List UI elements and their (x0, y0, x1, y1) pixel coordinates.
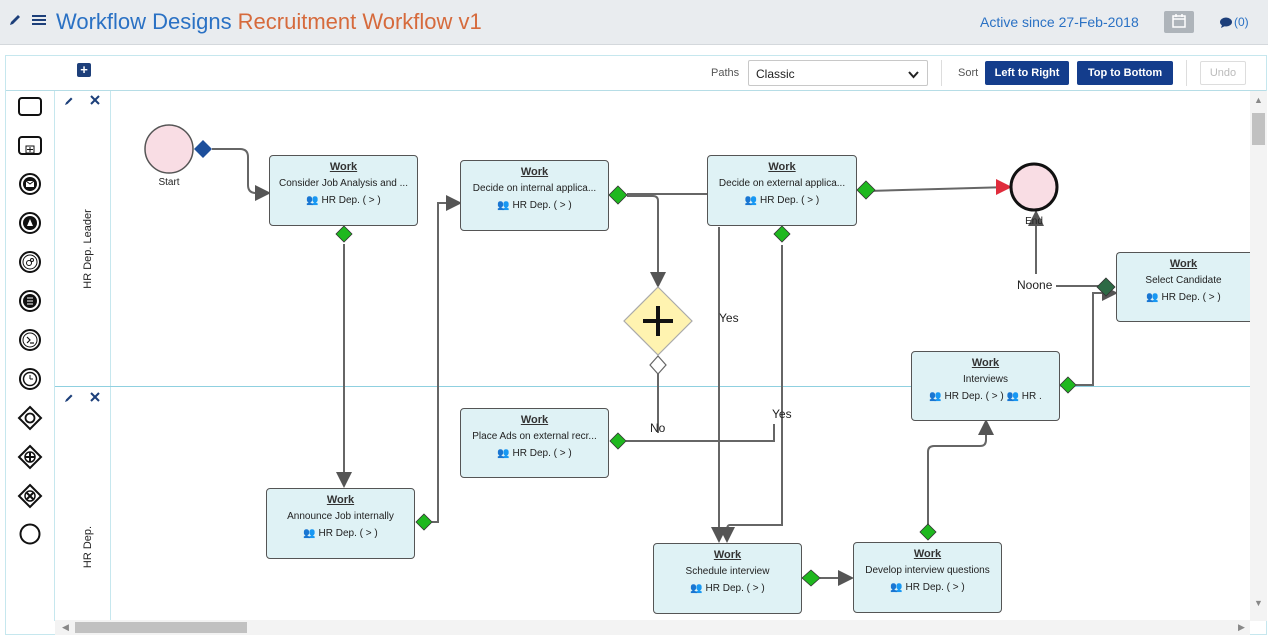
gateway-diamond (415, 513, 433, 531)
user-pair-icon: 👥 (497, 200, 510, 211)
task-title[interactable]: Work (654, 549, 801, 561)
task-description: Consider Job Analysis and ... (279, 178, 408, 189)
edge-label-no: No (650, 421, 666, 435)
connector (719, 245, 783, 543)
task-title[interactable]: Work (854, 548, 1001, 560)
task-role: 👥 HR Dep. ( > ) (306, 195, 381, 206)
connector (626, 424, 775, 442)
task-node[interactable]: Work Decide on external applica... 👥 HR … (707, 155, 857, 226)
task-role: 👥 HR Dep. ( > ) 👥 HR . (929, 391, 1042, 402)
task-description: Place Ads on external recr... (472, 431, 597, 442)
gateway-diamond (919, 523, 937, 541)
task-title[interactable]: Work (708, 161, 856, 173)
connector (927, 419, 994, 525)
end-event-label: End (1025, 216, 1043, 227)
scroll-down-arrow-icon[interactable]: ▼ (1254, 598, 1263, 608)
scroll-up-arrow-icon[interactable]: ▲ (1254, 95, 1263, 105)
edge-label-yes: Yes (772, 407, 792, 421)
user-pair-icon: 👥 (744, 195, 758, 206)
task-title[interactable]: Work (1117, 258, 1250, 270)
start-event (144, 124, 194, 174)
edge-label-noone: Noone (1017, 278, 1053, 292)
parallel-gateway[interactable] (623, 286, 693, 356)
task-description: Decide on internal applica... (472, 183, 597, 194)
gateway-outline-diamond (649, 355, 667, 375)
task-title[interactable]: Work (461, 414, 608, 426)
connector (212, 148, 271, 201)
start-event-label: Start (158, 177, 179, 188)
gateway-diamond (856, 180, 876, 200)
gateway-diamond (609, 432, 627, 450)
task-description: Decide on external applica... (718, 178, 846, 189)
vertical-scroll-thumb[interactable] (1252, 113, 1265, 145)
task-title[interactable]: Work (270, 161, 417, 173)
task-role: 👥 HR Dep. ( > ) (497, 200, 572, 211)
task-role: 👥 HR Dep. ( > ) (744, 195, 820, 206)
task-role: 👥 HR Dep. ( > ) (1146, 292, 1221, 303)
task-node[interactable]: Work Decide on internal applica... 👥 HR … (460, 160, 609, 231)
vertical-scrollbar[interactable] (1250, 91, 1267, 621)
task-role: 👥 HR Dep. ( > ) (497, 448, 572, 459)
group-icon: 👥 (497, 448, 510, 459)
task-node[interactable]: Work Schedule interview 👥 HR Dep. ( > ) (653, 543, 802, 614)
diagram-canvas: Start End Yes Yes No Noone (144, 124, 1118, 587)
gateway-diamond (608, 185, 628, 205)
user-pair-icon: 👥 (1006, 391, 1019, 402)
task-description: Select Candidate (1145, 275, 1222, 286)
user-pair-icon: 👥 (306, 195, 319, 206)
task-node[interactable]: Work Consider Job Analysis and ... 👥 HR … (269, 155, 418, 226)
task-node[interactable]: Work Interviews 👥 HR Dep. ( > ) 👥 HR . (911, 351, 1060, 421)
gateway-diamond (1059, 376, 1077, 394)
group-icon: 👥 (303, 528, 316, 539)
task-node[interactable]: Work Select Candidate 👥 HR Dep. ( > ) (1116, 252, 1250, 322)
connector (627, 195, 666, 288)
task-node[interactable]: Work Announce Job internally 👥 HR Dep. (… (266, 488, 415, 559)
group-icon: 👥 (929, 391, 942, 402)
start-connector-diamond (194, 140, 212, 158)
task-role: 👥 HR Dep. ( > ) (690, 583, 765, 594)
task-description: Announce Job internally (287, 511, 394, 522)
scroll-left-arrow-icon[interactable]: ◀ (62, 622, 69, 633)
task-role: 👥 HR Dep. ( > ) (890, 582, 965, 593)
group-icon: 👥 (690, 583, 703, 594)
task-title[interactable]: Work (912, 357, 1059, 369)
gateway-diamond (801, 569, 821, 587)
task-description: Interviews (962, 374, 1008, 385)
edge-label-yes: Yes (719, 311, 739, 325)
user-pair-icon: 👥 (1146, 292, 1159, 303)
task-description: Schedule interview (685, 566, 770, 577)
task-node[interactable]: Work Develop interview questions 👥 HR De… (853, 542, 1002, 613)
connector (432, 195, 462, 523)
task-node[interactable]: Work Place Ads on external recr... 👥 HR … (460, 408, 609, 478)
scroll-right-arrow-icon[interactable]: ▶ (1238, 622, 1245, 633)
task-role: 👥 HR Dep. ( > ) (303, 528, 378, 539)
task-title[interactable]: Work (267, 494, 414, 506)
horizontal-scroll-thumb[interactable] (75, 622, 247, 633)
task-title[interactable]: Work (461, 166, 608, 178)
gateway-diamond (335, 225, 353, 243)
task-description: Develop interview questions (865, 565, 990, 576)
gateway-diamond (773, 225, 791, 243)
connector (1076, 285, 1118, 386)
end-event (1009, 162, 1059, 212)
connector (867, 186, 1011, 192)
group-icon: 👥 (890, 582, 903, 593)
